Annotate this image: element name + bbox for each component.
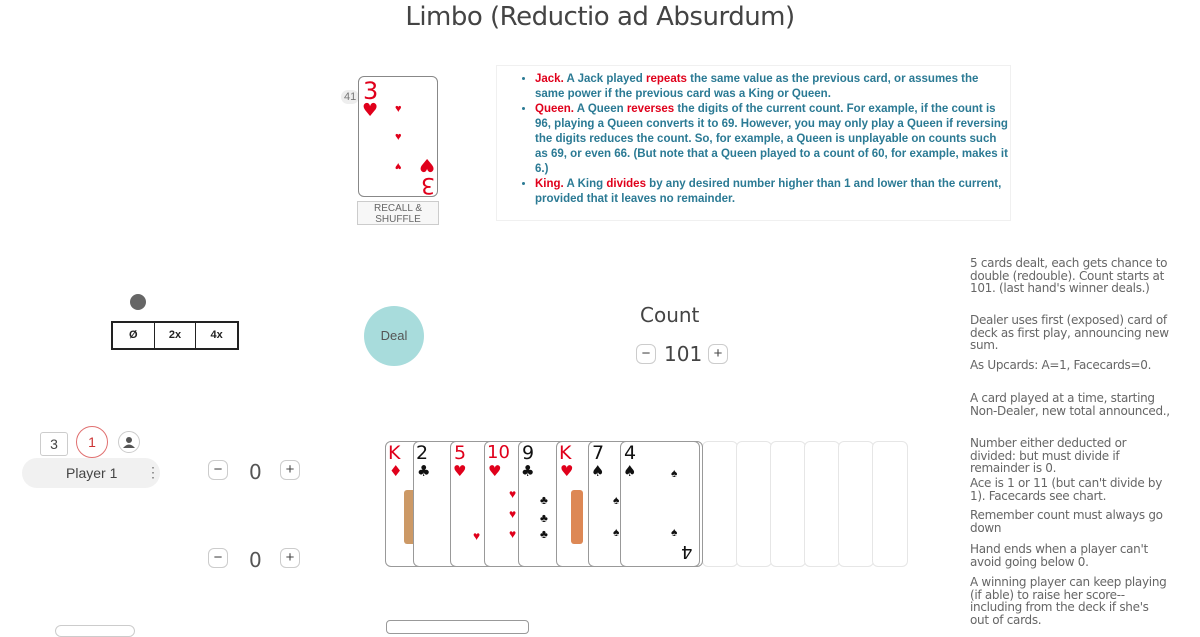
score2-decrement-button[interactable]: − [208, 548, 228, 568]
card-rank-bottom: 4 [681, 541, 693, 562]
heart-pip-icon: ♥ [509, 487, 517, 501]
empty-card-slot [838, 441, 874, 567]
score1-increment-button[interactable]: + [280, 460, 300, 480]
recall-shuffle-button[interactable]: RECALL & SHUFFLE [357, 201, 439, 225]
deal-button[interactable]: Deal [364, 306, 424, 366]
side-note: Remember count must always go down [970, 508, 1163, 535]
deck-card-suit: ♥ [362, 100, 379, 121]
side-note: Ace is 1 or 11 (but can't divide by 1). … [970, 476, 1163, 503]
side-note: Hand ends when a player can't avoid goin… [970, 542, 1148, 569]
player-cards-badge: 3 [40, 432, 68, 456]
score2-value: 0 [249, 548, 262, 572]
player-slot-partial [55, 625, 135, 637]
user-icon[interactable] [118, 431, 140, 453]
player-menu-icon[interactable]: ⋮ [146, 464, 160, 481]
deck-card-rank-bottom: 3 [421, 172, 435, 197]
multiplier-2x-button[interactable]: 2x [155, 323, 197, 348]
deck-card-suit-bottom: ♥ [419, 154, 436, 175]
side-note: A card played at a time, starting Non-De… [970, 391, 1170, 418]
multiplier-4x-button[interactable]: 4x [196, 323, 237, 348]
side-note: Dealer uses first (exposed) card of deck… [970, 313, 1169, 352]
heart-pip-icon: ♥ [395, 103, 402, 115]
heart-pip-icon: ♥ [473, 529, 481, 543]
side-note: As Upcards: A=1, Facecards=0. [970, 358, 1152, 372]
opponent-hand-partial [386, 620, 529, 634]
empty-card-slot [736, 441, 772, 567]
page-title: Limbo (Reductio ad Absurdum) [405, 2, 795, 32]
count-label: Count [640, 303, 700, 327]
side-note: 5 cards dealt, each gets chance to doubl… [970, 256, 1168, 295]
rule-king: King. A King divides by any desired numb… [535, 177, 1010, 207]
king-portrait-icon [571, 490, 583, 544]
spade-pip-icon: ♠ [671, 525, 678, 539]
deck-count-badge: 41 [341, 90, 360, 104]
side-note: A winning player can keep playing (if ab… [970, 575, 1167, 627]
empty-card-slot [804, 441, 840, 567]
score1-value: 0 [249, 460, 262, 484]
empty-card-slot [872, 441, 908, 567]
heart-pip-icon: ♥ [395, 160, 402, 172]
deck-top-card[interactable]: 3 ♥ ♥ ♥ ♥ ♥ 3 [358, 76, 438, 197]
spade-pip-icon: ♠ [671, 466, 678, 480]
multiplier-none-button[interactable]: Ø [113, 323, 155, 348]
rule-queen: Queen. A Queen reverses the digits of th… [535, 102, 1010, 177]
empty-card-slot [702, 441, 738, 567]
heart-pip-icon: ♥ [509, 507, 517, 521]
spade-pip-icon: ♠ [613, 525, 620, 539]
player-wins-badge: 1 [76, 426, 108, 458]
spade-pip-icon: ♠ [613, 493, 620, 507]
side-note: Number either deducted or divided: but m… [970, 436, 1127, 475]
count-decrement-button[interactable]: − [636, 344, 656, 364]
score2-increment-button[interactable]: + [280, 548, 300, 568]
rules-panel: Jack. A Jack played repeats the same val… [497, 66, 1010, 220]
multiplier-selector: Ø 2x 4x [111, 321, 239, 350]
count-value: 101 [664, 342, 703, 366]
club-pip-icon: ♣ [540, 493, 548, 507]
record-indicator-icon [130, 294, 146, 310]
score1-decrement-button[interactable]: − [208, 460, 228, 480]
count-increment-button[interactable]: + [708, 344, 728, 364]
rule-jack: Jack. A Jack played repeats the same val… [535, 72, 1010, 102]
heart-pip-icon: ♥ [395, 131, 402, 143]
player-name[interactable]: Player 1 [22, 458, 160, 488]
empty-card-slot [770, 441, 806, 567]
heart-pip-icon: ♥ [509, 527, 517, 541]
club-pip-icon: ♣ [540, 511, 548, 525]
hand-card[interactable]: 4 ♠ ♠ ♠ 4 [620, 441, 700, 567]
club-pip-icon: ♣ [540, 527, 548, 541]
